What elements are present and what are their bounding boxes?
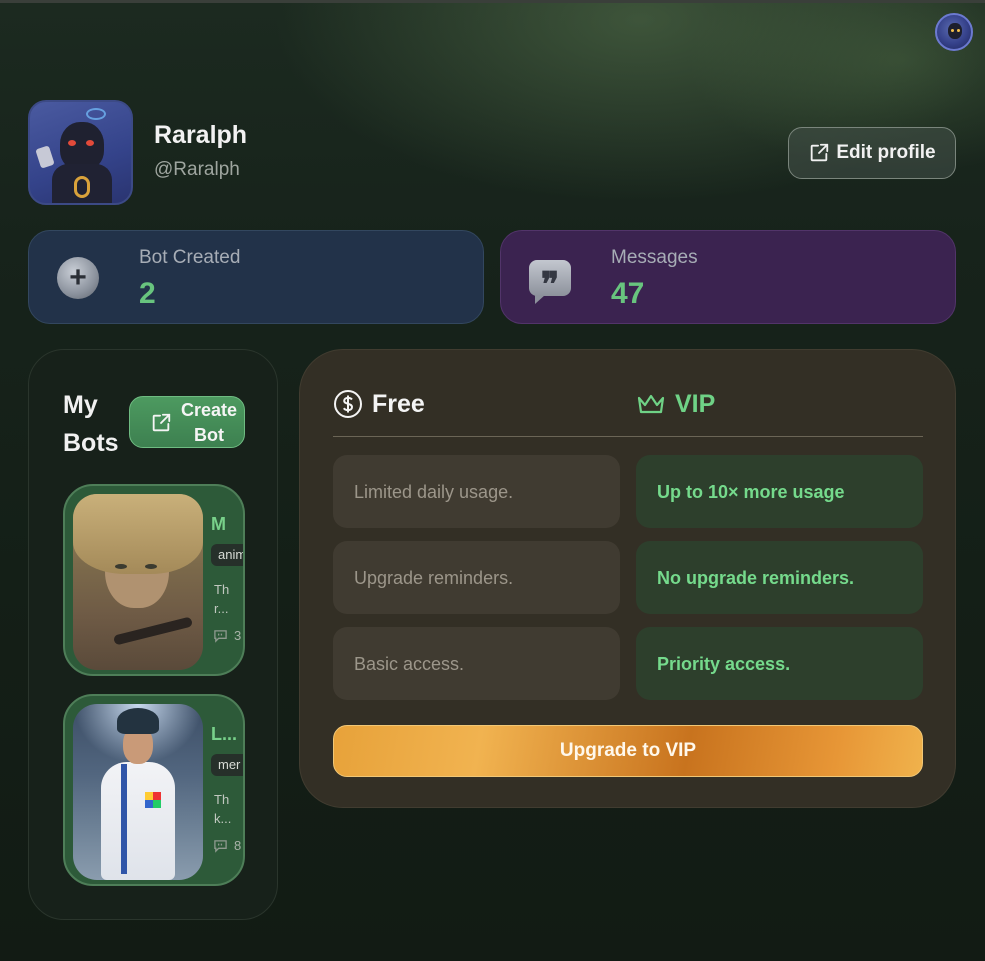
profile-avatar bbox=[28, 100, 133, 205]
messages-label: Messages bbox=[611, 247, 698, 268]
bot-avatar-image bbox=[73, 494, 203, 670]
create-bot-label: Bot bbox=[194, 425, 224, 445]
avatar-decoration bbox=[86, 108, 106, 120]
my-bots-title: My Bots bbox=[63, 391, 119, 457]
free-feature: Upgrade reminders. bbox=[333, 541, 620, 614]
plan-free-header: Free bbox=[332, 388, 425, 420]
upgrade-to-vip-button[interactable]: Upgrade to VIP bbox=[333, 725, 923, 777]
plan-free-label: Free bbox=[372, 389, 425, 418]
bot-tag: anim bbox=[211, 544, 243, 566]
free-feature: Basic access. bbox=[333, 627, 620, 700]
bot-message-count: 3 bbox=[213, 628, 241, 643]
bot-count-value: 3 bbox=[234, 628, 242, 643]
messages-card: ❞ Messages 47 bbox=[500, 230, 956, 324]
plan-vip-header: VIP bbox=[635, 388, 715, 420]
vip-feature: Priority access. bbox=[636, 627, 923, 700]
window-top-edge bbox=[0, 0, 985, 3]
chat-bubble-icon bbox=[214, 629, 227, 643]
bot-name: L... bbox=[211, 724, 237, 744]
bot-created-label: Bot Created bbox=[139, 247, 241, 268]
edit-square-icon bbox=[811, 143, 829, 162]
avatar-decoration bbox=[35, 145, 55, 169]
edit-square-icon bbox=[152, 413, 171, 432]
avatar-eye bbox=[86, 140, 94, 146]
edit-profile-label: Edit profile bbox=[836, 142, 936, 163]
bot-message-count: 8 bbox=[213, 838, 241, 853]
bot-created-card: + Bot Created 2 bbox=[28, 230, 484, 324]
create-bot-label: Create bbox=[180, 400, 237, 420]
user-name: Raralph bbox=[154, 121, 248, 149]
avatar-eye bbox=[68, 140, 76, 146]
bot-card[interactable]: L... mer Th k... 8 bbox=[63, 694, 245, 886]
plus-circle-icon: + bbox=[57, 257, 99, 299]
account-avatar[interactable] bbox=[935, 13, 973, 51]
edit-profile-button[interactable]: Edit profile bbox=[788, 127, 956, 179]
chat-bubble-icon bbox=[214, 839, 227, 853]
avatar-chain bbox=[74, 176, 90, 198]
quote-bubble-icon: ❞ bbox=[529, 257, 571, 305]
create-bot-button[interactable]: Create Bot bbox=[129, 396, 245, 448]
upgrade-label: Upgrade to VIP bbox=[559, 740, 697, 761]
avatar-eye bbox=[957, 29, 960, 32]
plan-vip-label: VIP bbox=[675, 389, 716, 418]
bot-description: Th r... bbox=[214, 582, 230, 616]
plans-panel: Free VIP Limited daily usage. Up to 10× … bbox=[299, 349, 956, 808]
avatar-eye bbox=[951, 29, 954, 32]
avatar-head bbox=[60, 122, 104, 170]
bot-description: Th k... bbox=[214, 792, 232, 826]
bot-avatar-image bbox=[73, 704, 203, 880]
dollar-circle-icon bbox=[334, 390, 362, 418]
vip-feature: No upgrade reminders. bbox=[636, 541, 923, 614]
vip-feature: Up to 10× more usage bbox=[636, 455, 923, 528]
crown-icon bbox=[637, 394, 665, 414]
free-feature: Limited daily usage. bbox=[333, 455, 620, 528]
my-bots-panel[interactable]: My Bots Create Bot M anim Th r... 3 L...… bbox=[28, 349, 278, 920]
bot-tag: mer bbox=[211, 754, 243, 776]
bot-card[interactable]: M anim Th r... 3 bbox=[63, 484, 245, 676]
bot-created-value: 2 bbox=[139, 277, 156, 310]
messages-value: 47 bbox=[611, 277, 645, 310]
plans-divider bbox=[333, 436, 923, 437]
bot-name: M bbox=[211, 514, 226, 534]
user-handle: @Raralph bbox=[154, 159, 240, 180]
bot-count-value: 8 bbox=[234, 838, 242, 853]
